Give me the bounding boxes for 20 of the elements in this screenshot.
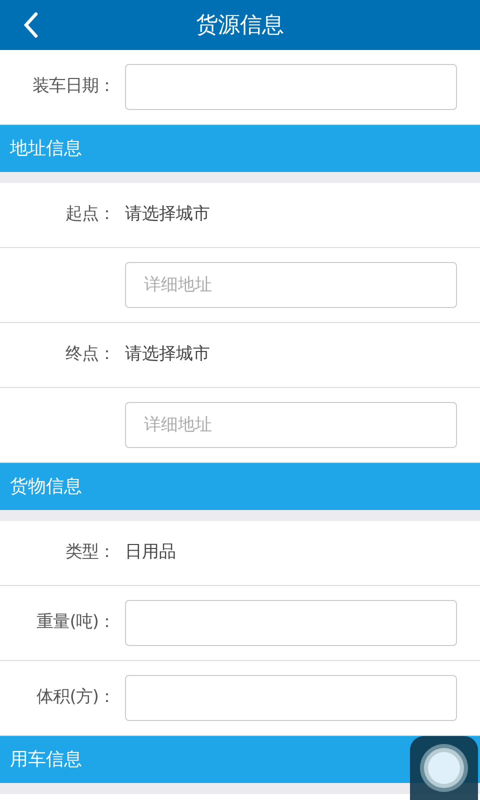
field-label: 装车日期： [32,75,115,98]
section-header: 货物信息 [0,463,480,521]
input-field[interactable] [125,600,457,646]
field-label: 起点： [64,203,115,226]
field-label: 体积(方)： [36,686,115,710]
field-label: 重量(吨)： [36,611,115,634]
back-icon [23,12,39,38]
input-field[interactable] [125,675,457,721]
picker-value[interactable]: 请选择城市 [125,342,210,368]
input-field[interactable]: 详细地址 [125,402,457,448]
section-header: 地址信息 [0,125,480,183]
page-title: 货源信息 [196,12,284,40]
circle-icon [419,743,469,793]
input-field[interactable] [125,64,457,110]
field-label: 终点： [64,343,115,366]
picker-value[interactable]: 日用品 [125,540,176,566]
picker-value[interactable]: 请选择城市 [125,202,210,228]
input-field[interactable]: 详细地址 [125,262,457,308]
field-label: 类型： [64,541,115,564]
floating-assist-button[interactable] [410,736,478,800]
